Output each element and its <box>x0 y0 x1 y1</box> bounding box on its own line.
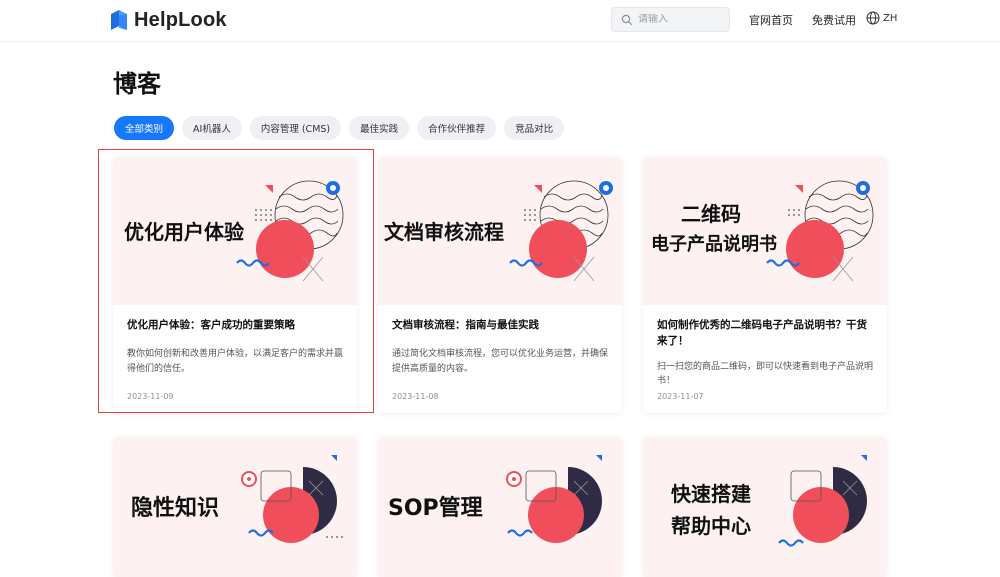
blog-card[interactable]: 二维码 电子产品说明书 如何制作优秀的二维码电子产品说明书？干货来了！ 扫一扫您… <box>643 157 887 413</box>
card-cover-image: 优化用户体验 <box>113 157 357 305</box>
cover-illustration <box>766 180 874 282</box>
cover-headline: 优化用户体验 <box>124 220 244 244</box>
card-cover-image: SOP管理 <box>378 437 622 577</box>
blog-card[interactable]: SOP管理 <box>378 437 622 577</box>
helplook-logo[interactable]: HelpLook <box>110 8 227 32</box>
card-title[interactable]: 文档审核流程：指南与最佳实践 <box>392 317 608 333</box>
language-switcher[interactable]: ZH <box>866 11 897 25</box>
blog-card[interactable]: 快速搭建 帮助中心 <box>643 437 887 577</box>
filter-best-practice[interactable]: 最佳实践 <box>349 116 410 140</box>
card-date: 2023-11-09 <box>127 392 174 401</box>
cover-headline: 隐性知识 <box>131 496 220 521</box>
cover-headline: 文档审核流程 <box>384 220 504 244</box>
search-input[interactable] <box>638 14 718 25</box>
nav-free-trial-link[interactable]: 免费试用 <box>812 12 856 28</box>
filter-competitor[interactable]: 竞品对比 <box>504 116 565 140</box>
logo-icon <box>111 10 127 30</box>
card-cover-image: 快速搭建 帮助中心 <box>643 437 887 577</box>
page-title: 博客 <box>113 70 161 98</box>
card-cover-image: 文档审核流程 <box>378 157 622 305</box>
card-cover-image: 二维码 电子产品说明书 <box>643 157 887 305</box>
brand-name: HelpLook <box>134 8 227 31</box>
filter-all-categories[interactable]: 全部类别 <box>114 116 175 140</box>
cover-subheadline: 电子产品说明书 <box>651 234 777 255</box>
card-description: 教你如何创新和改善用户体验，以满足客户的需求并赢得他们的信任。 <box>127 349 344 374</box>
card-description: 通过简化文档审核流程，您可以优化业务运营，并确保提供高质量的内容。 <box>392 349 609 374</box>
nav-home-link[interactable]: 官网首页 <box>749 12 793 28</box>
blog-card[interactable]: 文档审核流程 文档审核流程：指南与最佳实践 通过简化文档审核流程，您可以优化业务… <box>378 157 622 413</box>
language-label: ZH <box>883 12 898 24</box>
cover-subheadline: 帮助中心 <box>671 514 751 538</box>
card-description: 扫一扫您的商品二维码，即可以快速看到电子产品说明书！ <box>657 361 874 386</box>
filter-cms[interactable]: 内容管理 (CMS) <box>249 116 342 140</box>
card-date: 2023-11-08 <box>392 392 439 401</box>
cover-illustration <box>778 455 867 547</box>
card-title[interactable]: 优化用户体验：客户成功的重要策略 <box>127 317 343 333</box>
globe-icon <box>866 11 880 25</box>
cover-headline: 二维码 <box>681 202 741 226</box>
search-box[interactable] <box>611 7 730 32</box>
card-title[interactable]: 如何制作优秀的二维码电子产品说明书？干货来了！ <box>657 317 873 350</box>
cover-headline: 快速搭建 <box>671 482 751 506</box>
category-filter-bar: 全部类别 AI机器人 内容管理 (CMS) 最佳实践 合作伙伴推荐 竞品对比 <box>114 116 565 140</box>
search-icon <box>621 14 633 25</box>
filter-partner[interactable]: 合作伙伴推荐 <box>417 116 497 140</box>
card-date: 2023-11-07 <box>657 392 704 401</box>
filter-ai-bot[interactable]: AI机器人 <box>182 116 242 140</box>
cover-headline: SOP管理 <box>388 496 483 521</box>
blog-card[interactable]: 隐性知识 <box>113 437 357 577</box>
blog-card[interactable]: 优化用户体验 优化用户体验：客户成功的重要策略 教你如何创新和改善用户体验，以满… <box>113 157 357 413</box>
card-cover-image: 隐性知识 <box>113 437 357 577</box>
top-navbar: HelpLook 官网首页 免费试用 ZH <box>0 0 1000 42</box>
